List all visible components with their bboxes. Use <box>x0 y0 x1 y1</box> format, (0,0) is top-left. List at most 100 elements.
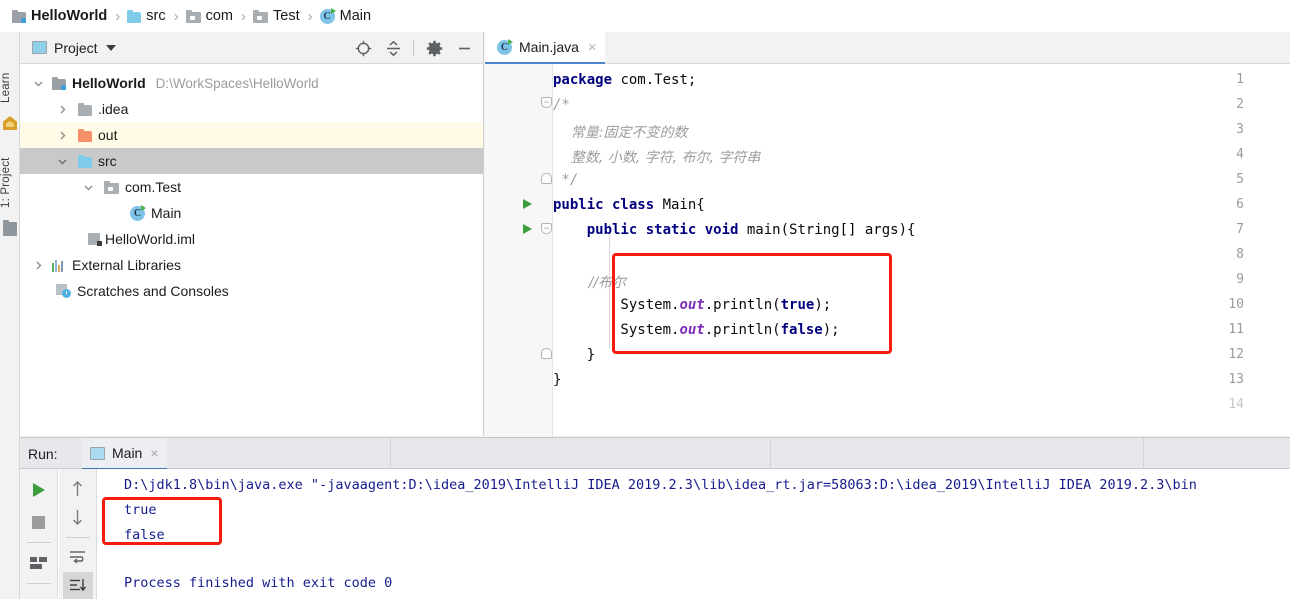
folder-source-icon <box>127 9 142 23</box>
chevron-down-icon[interactable] <box>80 182 96 193</box>
locate-icon[interactable] <box>350 35 376 61</box>
layout-icon[interactable] <box>24 548 54 578</box>
up-arrow-icon[interactable] <box>63 475 93 502</box>
code-line-7: public static void main(String[] args){ <box>553 222 916 238</box>
tree-item-scratches[interactable]: Scratches and Consoles <box>20 278 483 304</box>
project-panel-actions <box>350 32 477 64</box>
console-line: D:\jdk1.8\bin\java.exe "-javaagent:D:\id… <box>124 477 1197 493</box>
collapse-all-icon[interactable] <box>380 35 406 61</box>
chevron-down-icon[interactable] <box>30 78 46 89</box>
tab-divider <box>770 438 771 470</box>
breadcrumb-item-test[interactable]: Test <box>253 0 300 32</box>
run-class-gutter-icon[interactable] <box>523 199 532 209</box>
breadcrumb-separator: › <box>241 7 247 25</box>
package-icon <box>104 180 119 194</box>
tree-item-iml[interactable]: HelloWorld.iml <box>20 226 483 252</box>
package-icon <box>185 9 201 23</box>
code-token: System. <box>553 297 680 313</box>
minimize-icon[interactable] <box>451 35 477 61</box>
close-icon[interactable]: × <box>588 40 597 55</box>
breadcrumb-separator: › <box>307 7 313 25</box>
project-panel-title-group[interactable]: Project <box>20 40 116 56</box>
fold-marker-comment-start[interactable]: − <box>541 97 552 108</box>
tree-item-src[interactable]: src <box>20 148 483 174</box>
code-token: */ <box>553 172 579 188</box>
code-token: .println( <box>704 322 781 338</box>
scroll-to-end-icon[interactable] <box>62 571 93 599</box>
breadcrumb-label: src <box>146 8 166 24</box>
code-line-6: public class Main{ <box>553 197 705 213</box>
editor-text[interactable]: package com.Test; /* 常量:固定不变的数 整数, 小数, 字… <box>553 64 915 388</box>
editor-gutter[interactable] <box>485 64 553 436</box>
code-token: ); <box>822 322 840 338</box>
java-class-icon: C <box>130 204 146 221</box>
project-icon <box>3 220 17 236</box>
run-tab-label: Main <box>112 445 143 461</box>
run-body: D:\jdk1.8\bin\java.exe "-javaagent:D:\id… <box>20 469 1290 599</box>
page-title: Project <box>54 39 98 56</box>
code-line-3: 常量:固定不变的数 <box>553 122 688 142</box>
chevron-right-icon[interactable] <box>54 130 70 141</box>
fold-marker-comment-end[interactable] <box>541 173 552 184</box>
toolbar-divider <box>26 542 51 543</box>
chevron-right-icon[interactable] <box>54 104 70 115</box>
breadcrumb: HelloWorld › src › com › Test › C Main <box>0 0 1290 32</box>
code-token: //布尔 <box>553 275 627 291</box>
tree-item-external-libraries[interactable]: External Libraries <box>20 252 483 278</box>
project-window-icon <box>32 41 47 54</box>
tree-item-idea[interactable]: .idea <box>20 96 483 122</box>
chevron-down-icon[interactable] <box>54 156 70 167</box>
rerun-icon[interactable] <box>24 475 54 505</box>
breadcrumb-label: com <box>205 8 234 24</box>
tree-item-com-test[interactable]: com.Test <box>20 174 483 200</box>
code-line-2: /* <box>553 97 570 113</box>
chevron-down-icon[interactable] <box>105 44 116 51</box>
tree-item-helloworld[interactable]: HelloWorld D:\WorkSpaces\HelloWorld <box>20 70 483 96</box>
breadcrumb-label: HelloWorld <box>31 8 108 24</box>
sidebar-tab-learn[interactable]: Learn <box>0 68 20 108</box>
code-token: Main{ <box>662 197 705 213</box>
java-class-icon: C <box>319 7 336 24</box>
soft-wrap-icon[interactable] <box>63 542 93 569</box>
tree-item-out[interactable]: out <box>20 122 483 148</box>
tree-item-label: out <box>98 127 118 143</box>
code-token: out <box>679 322 705 338</box>
console-line: true <box>124 502 157 518</box>
editor-tab-bar: C Main.java × <box>485 32 1290 64</box>
sidebar-tab-project[interactable]: 1: Project <box>0 152 20 214</box>
fold-marker-method-end[interactable] <box>541 348 552 359</box>
run-tab-main[interactable]: Main × <box>82 438 167 470</box>
project-tool-window: Project HelloWorld D:\WorkSpaces\HelloWo… <box>20 32 484 436</box>
tree-item-main[interactable]: C Main <box>20 200 483 226</box>
line-number: 5 <box>1236 172 1244 187</box>
tree-item-label: External Libraries <box>72 257 181 273</box>
line-number: 8 <box>1236 247 1244 262</box>
editor-tab-main-java[interactable]: C Main.java × <box>485 32 605 64</box>
folder-module-icon <box>12 9 26 23</box>
editor-tab-label: Main.java <box>519 39 579 55</box>
code-line-5: */ <box>553 172 578 188</box>
line-number: 12 <box>1228 347 1244 362</box>
iml-file-icon <box>88 232 102 246</box>
line-number: 13 <box>1228 372 1244 387</box>
run-method-gutter-icon[interactable] <box>523 224 532 234</box>
breadcrumb-item-com[interactable]: com <box>185 0 234 32</box>
stop-icon[interactable] <box>24 507 54 537</box>
toolbar-divider <box>26 583 51 584</box>
line-number: 3 <box>1236 122 1244 137</box>
breadcrumb-item-src[interactable]: src <box>127 0 166 32</box>
editor-code-area[interactable]: 1 2 3 4 5 6 7 8 9 10 11 12 13 14 − − pac… <box>485 64 1290 436</box>
breadcrumb-label: Main <box>339 8 372 24</box>
line-number: 14 <box>1228 397 1244 412</box>
breadcrumb-item-helloworld[interactable]: HelloWorld <box>12 0 107 32</box>
breadcrumb-item-main[interactable]: C Main <box>319 0 372 32</box>
down-arrow-icon[interactable] <box>63 504 93 531</box>
chevron-right-icon[interactable] <box>30 260 46 271</box>
close-icon[interactable]: × <box>150 446 158 460</box>
code-token: public static void <box>553 222 747 238</box>
fold-marker-method-start[interactable]: − <box>541 223 552 234</box>
breadcrumb-separator: › <box>115 7 121 25</box>
console-output[interactable]: D:\jdk1.8\bin\java.exe "-javaagent:D:\id… <box>98 469 1290 599</box>
gear-icon[interactable] <box>421 35 447 61</box>
folder-orange-icon <box>78 128 92 142</box>
